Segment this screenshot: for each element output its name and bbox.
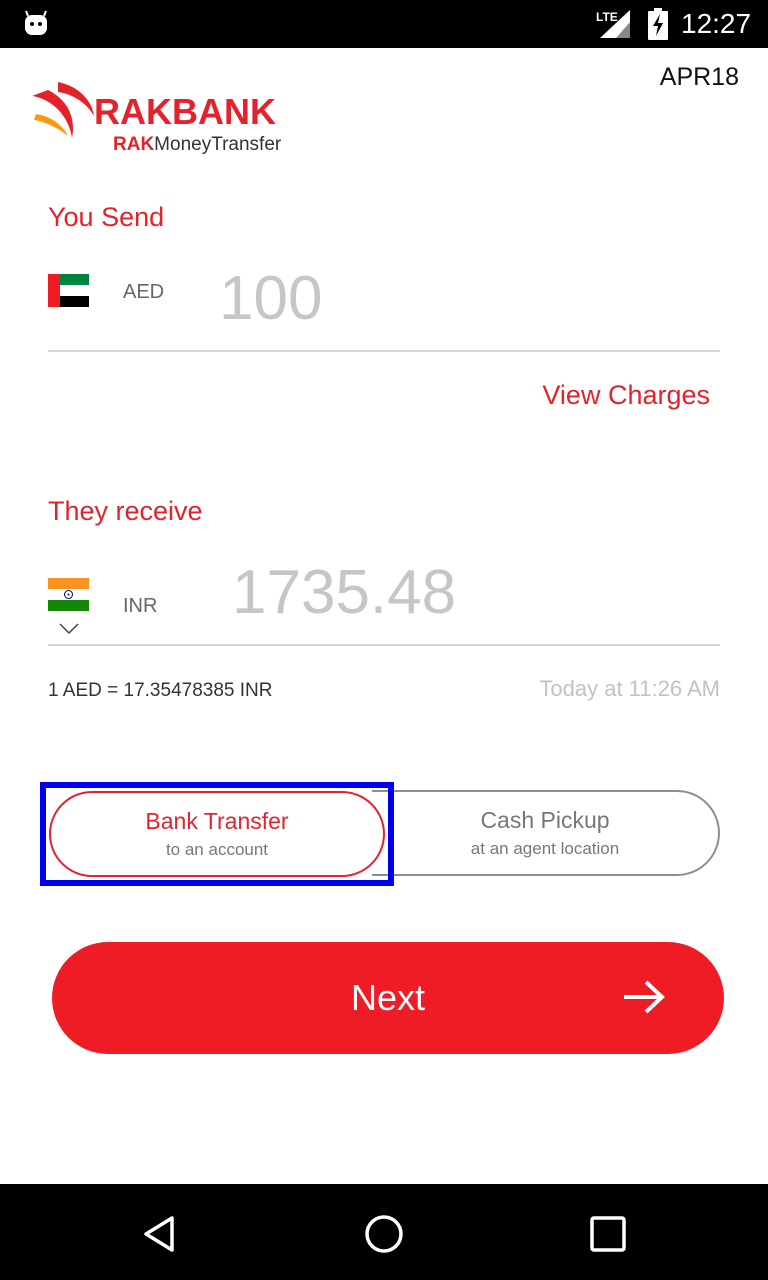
selection-highlight: [40, 782, 394, 886]
battery-charging-icon: [648, 8, 668, 40]
india-flag-icon[interactable]: [48, 578, 89, 611]
cash-pickup-subtitle: at an agent location: [470, 839, 620, 858]
receive-amount-input[interactable]: 1735.48: [232, 558, 456, 628]
view-charges-link[interactable]: View Charges: [542, 378, 710, 412]
logo-sub-rest: MoneyTransfer: [154, 134, 282, 155]
arrow-right-icon: [624, 980, 665, 1014]
you-send-label: You Send: [48, 202, 165, 232]
cash-pickup-title: Cash Pickup: [480, 807, 610, 833]
chevron-down-icon[interactable]: [59, 621, 79, 635]
lte-signal-icon: LTE: [596, 10, 630, 38]
android-icon: [25, 10, 47, 35]
logo-wordmark: RAKBANK: [94, 91, 276, 132]
next-button[interactable]: Next: [52, 942, 724, 1054]
home-icon[interactable]: [364, 1214, 404, 1254]
cash-pickup-option[interactable]: Cash Pickup at an agent location: [372, 790, 720, 876]
logo-subtitle: RAKMoneyTransfer: [113, 133, 281, 157]
receive-currency[interactable]: INR: [123, 594, 157, 618]
they-receive-label: They receive: [48, 496, 203, 526]
receive-divider: [48, 644, 720, 646]
send-currency[interactable]: AED: [123, 280, 164, 304]
svg-text:LTE: LTE: [596, 10, 618, 24]
navigation-bar: [0, 1184, 768, 1280]
uae-flag-icon: [48, 274, 89, 307]
rakbank-logo-icon: [32, 82, 94, 138]
exchange-rate: 1 AED = 17.35478385 INR: [48, 680, 273, 701]
logo-sub-brand: RAK: [113, 134, 155, 155]
rate-timestamp: Today at 11:26 AM: [539, 676, 720, 701]
send-divider: [48, 350, 720, 352]
send-amount-input[interactable]: 100: [219, 264, 322, 334]
status-time: 12:27: [681, 8, 752, 39]
recents-icon[interactable]: [588, 1214, 628, 1254]
back-icon[interactable]: [140, 1214, 180, 1254]
status-bar: LTE 12:27: [0, 0, 768, 48]
version-label: APR18: [659, 63, 739, 91]
